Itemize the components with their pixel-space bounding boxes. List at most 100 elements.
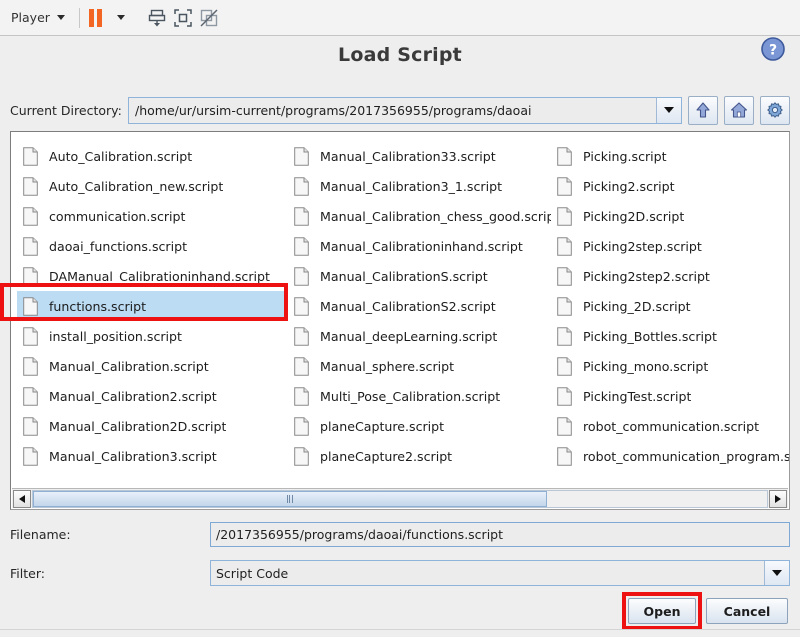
list-item[interactable]: Picking_2D.script [551, 291, 789, 321]
list-item[interactable]: Manual_sphere.script [288, 351, 551, 381]
list-item[interactable]: Manual_Calibration33.script [288, 141, 551, 171]
document-icon [294, 176, 309, 196]
parent-directory-button[interactable] [688, 95, 718, 125]
fullscreen-icon [174, 8, 192, 27]
document-icon [294, 326, 309, 346]
file-list-column-3: Picking.script Picking2.script Picking2D… [551, 141, 789, 471]
list-item[interactable]: Multi_Pose_Calibration.script [288, 381, 551, 411]
gear-icon [767, 102, 783, 118]
list-item[interactable]: communication.script [17, 201, 288, 231]
horizontal-scrollbar[interactable] [12, 488, 788, 508]
file-name: Manual_Calibration2.script [49, 388, 217, 404]
document-icon [557, 206, 572, 226]
fullscreen-button[interactable] [170, 5, 196, 31]
list-item[interactable]: Manual_Calibration2D.script [17, 411, 288, 441]
file-name: Picking_Bottles.script [583, 328, 717, 344]
list-item[interactable]: Picking2D.script [551, 201, 789, 231]
document-icon [23, 176, 38, 196]
filename-label: Filename: [10, 526, 71, 542]
file-name: planeCapture.script [320, 418, 445, 434]
file-list-viewport[interactable]: Auto_Calibration.script Auto_Calibration… [11, 132, 789, 477]
document-icon [557, 356, 572, 376]
scrollbar-grip-icon [286, 494, 293, 503]
list-item[interactable]: Manual_Calibration2.script [17, 381, 288, 411]
document-icon [23, 236, 38, 256]
list-item[interactable]: robot_communication.script [551, 411, 789, 441]
no-overlay-icon [200, 8, 218, 27]
document-icon [23, 206, 38, 226]
list-item[interactable]: Picking.script [551, 141, 789, 171]
disable-overlay-button[interactable] [196, 5, 222, 31]
filename-input[interactable]: /2017356955/programs/daoai/functions.scr… [210, 521, 790, 547]
list-item[interactable]: Manual_deepLearning.script [288, 321, 551, 351]
filter-value[interactable]: Script Code [211, 561, 764, 585]
scroll-left-button[interactable] [13, 489, 31, 508]
current-directory-row: Current Directory: /home/ur/ursim-curren… [10, 95, 790, 125]
dock-window-button[interactable] [144, 5, 170, 31]
list-item[interactable]: Manual_Calibration.script [17, 351, 288, 381]
file-name: daoai_functions.script [49, 238, 188, 254]
player-menu-label: Player [11, 10, 50, 25]
help-question-icon[interactable]: ? [760, 36, 786, 62]
list-item[interactable]: Manual_CalibrationS2.script [288, 291, 551, 321]
current-directory-value[interactable]: /home/ur/ursim-current/programs/20173569… [129, 97, 656, 123]
list-item[interactable]: Picking_Bottles.script [551, 321, 789, 351]
current-directory-combobox[interactable]: /home/ur/ursim-current/programs/20173569… [128, 96, 682, 124]
home-directory-button[interactable] [724, 95, 754, 125]
document-icon [294, 296, 309, 316]
filter-combobox[interactable]: Script Code [210, 560, 790, 586]
list-item[interactable]: PickingTest.script [551, 381, 789, 411]
list-item[interactable]: Auto_Calibration.script [17, 141, 288, 171]
scrollbar-thumb[interactable] [33, 490, 547, 507]
document-icon [294, 206, 309, 226]
file-name: functions.script [49, 298, 147, 314]
file-name: Manual_Calibration.script [49, 358, 209, 374]
list-item[interactable]: Manual_Calibrationinhand.script [288, 231, 551, 261]
file-name: Manual_Calibration_chess_good.script [320, 208, 551, 224]
document-icon [557, 266, 572, 286]
filter-dropdown-button[interactable] [764, 561, 789, 585]
pause-dropdown-button[interactable] [108, 5, 134, 31]
list-item[interactable]: Manual_Calibration3.script [17, 441, 288, 471]
list-item[interactable]: Manual_Calibration_chess_good.script [288, 201, 551, 231]
chevron-down-icon [56, 15, 65, 20]
list-item[interactable]: DAManual_Calibrationinhand.script [17, 261, 288, 291]
document-icon [557, 146, 572, 166]
list-item[interactable]: Picking2.script [551, 171, 789, 201]
load-script-dialog: Player Load Script ? Current Directory: … [0, 0, 800, 637]
scroll-right-button[interactable] [769, 489, 787, 508]
file-name: Manual_Calibration3.script [49, 448, 217, 464]
list-item[interactable]: Manual_Calibration3_1.script [288, 171, 551, 201]
scrollbar-track[interactable] [32, 489, 768, 508]
file-name: Manual_Calibration33.script [320, 148, 496, 164]
file-list-panel: Auto_Calibration.script Auto_Calibration… [10, 131, 790, 510]
file-name: Manual_CalibrationS.script [320, 268, 488, 284]
list-item[interactable]: Picking_mono.script [551, 351, 789, 381]
settings-button[interactable] [760, 95, 790, 125]
list-item[interactable]: Picking2step2.script [551, 261, 789, 291]
list-item[interactable]: planeCapture.script [288, 411, 551, 441]
pause-button[interactable] [88, 8, 102, 27]
file-name: Manual_CalibrationS2.script [320, 298, 496, 314]
list-item[interactable]: Auto_Calibration_new.script [17, 171, 288, 201]
open-button[interactable]: Open [628, 598, 696, 624]
document-icon [294, 236, 309, 256]
list-item[interactable]: daoai_functions.script [17, 231, 288, 261]
player-menu[interactable]: Player [8, 8, 70, 27]
dock-down-icon [148, 9, 166, 26]
document-icon [294, 446, 309, 466]
up-arrow-icon [696, 102, 710, 118]
list-item[interactable]: planeCapture2.script [288, 441, 551, 471]
document-icon [557, 326, 572, 346]
list-item[interactable]: robot_communication_program.s [551, 441, 789, 471]
current-directory-dropdown-button[interactable] [656, 97, 681, 123]
list-item[interactable]: install_position.script [17, 321, 288, 351]
list-item[interactable]: Manual_CalibrationS.script [288, 261, 551, 291]
list-item-selected[interactable]: functions.script [17, 291, 288, 321]
list-item[interactable]: Picking2step.script [551, 231, 789, 261]
home-icon [730, 102, 748, 118]
cancel-button[interactable]: Cancel [706, 598, 788, 624]
toolbar-divider [78, 7, 80, 28]
document-icon [23, 356, 38, 376]
file-name: Picking_mono.script [583, 358, 709, 374]
